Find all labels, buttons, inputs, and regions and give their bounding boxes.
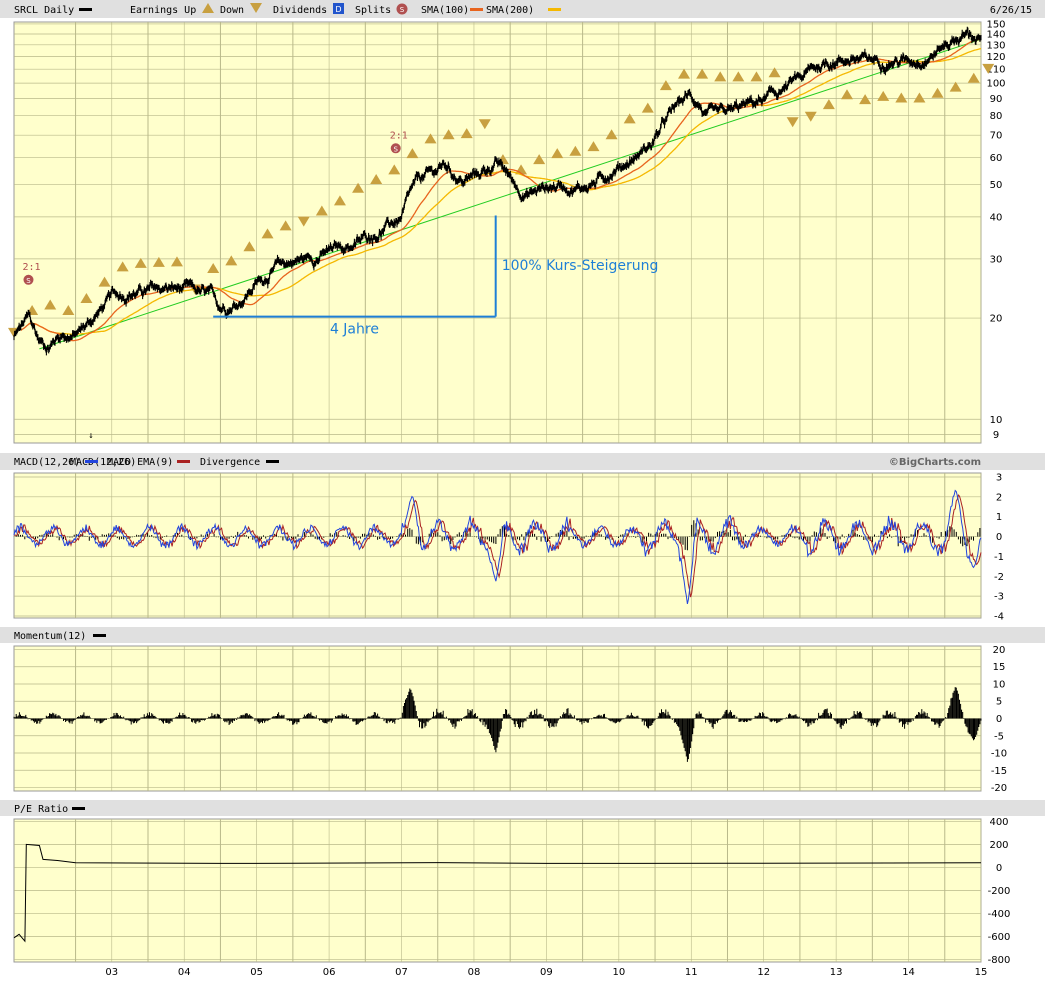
momentum-legend-swatch bbox=[93, 634, 106, 637]
pe-label: P/E Ratio bbox=[14, 804, 68, 815]
x-tick-label: 06 bbox=[323, 967, 336, 978]
annotation-4-jahre: 4 Jahre bbox=[330, 322, 379, 338]
y-tick-label: -1 bbox=[994, 552, 1004, 563]
macd-ema-legend-swatch bbox=[177, 460, 190, 463]
y-tick-label: 20 bbox=[993, 645, 1006, 656]
y-tick-label: -20 bbox=[991, 783, 1007, 794]
y-tick-label: 9 bbox=[993, 430, 999, 441]
x-tick-label: 07 bbox=[395, 967, 408, 978]
y-tick-label: 130 bbox=[986, 40, 1005, 51]
stock-chart: SRCL Daily Earnings Up Down Dividends D … bbox=[0, 0, 1045, 978]
y-tick-label: 1 bbox=[996, 512, 1002, 523]
x-tick-label: 08 bbox=[468, 967, 481, 978]
y-tick-label: 40 bbox=[990, 212, 1003, 223]
y-tick-label: -800 bbox=[988, 955, 1011, 966]
y-tick-label: 200 bbox=[989, 840, 1008, 851]
ticker-label: SRCL Daily bbox=[14, 5, 74, 16]
x-tick-label: 13 bbox=[830, 967, 843, 978]
y-tick-label: 2 bbox=[996, 492, 1002, 503]
sma100-label: SMA(100) bbox=[421, 5, 469, 16]
y-tick-label: 30 bbox=[990, 254, 1003, 265]
price-legend-swatch bbox=[79, 8, 92, 11]
macd-ema-label: MACD EMA(9) bbox=[107, 457, 173, 468]
divergence-label: Divergence bbox=[200, 457, 260, 468]
macd-legend-swatch bbox=[85, 460, 98, 463]
y-tick-label: 80 bbox=[990, 111, 1003, 122]
earnings-down-label: Down bbox=[220, 5, 244, 16]
x-tick-label: 11 bbox=[685, 967, 698, 978]
x-tick-label: 03 bbox=[105, 967, 118, 978]
dividend-icon-glyph: D bbox=[335, 5, 341, 14]
dividends-label: Dividends bbox=[273, 5, 327, 16]
x-tick-label: 09 bbox=[540, 967, 553, 978]
y-tick-label: 3 bbox=[996, 472, 1002, 483]
y-tick-label: -200 bbox=[988, 886, 1011, 897]
y-tick-label: 90 bbox=[990, 94, 1003, 105]
x-tick-label: 04 bbox=[178, 967, 191, 978]
splits-label: Splits bbox=[355, 5, 391, 16]
y-tick-label: 15 bbox=[993, 662, 1006, 673]
sma100-legend-swatch bbox=[470, 8, 483, 11]
x-axis: 03 04 05 06 07 08 09 10 11 12 13 14 15 bbox=[105, 967, 987, 978]
y-tick-label: 0 bbox=[996, 532, 1002, 543]
divergence-legend-swatch bbox=[266, 460, 279, 463]
y-tick-label: 400 bbox=[989, 817, 1008, 828]
split-ratio-label: 2:1 bbox=[22, 262, 40, 273]
date-label: 6/26/15 bbox=[990, 5, 1032, 16]
y-tick-label: -3 bbox=[994, 592, 1004, 603]
momentum-label: Momentum(12) bbox=[14, 631, 86, 642]
y-tick-label: -2 bbox=[994, 572, 1004, 583]
split-icon-glyph: S bbox=[26, 277, 31, 285]
pe-legend-swatch bbox=[72, 807, 85, 810]
y-tick-label: 120 bbox=[986, 52, 1005, 63]
y-tick-label: 10 bbox=[990, 415, 1003, 426]
x-tick-label: 05 bbox=[250, 967, 263, 978]
sma200-label: SMA(200) bbox=[486, 5, 534, 16]
earnings-up-label: Earnings Up bbox=[130, 5, 196, 16]
dividend-arrow-icon: ↓ bbox=[88, 431, 93, 441]
y-tick-label: -10 bbox=[991, 749, 1007, 760]
x-tick-label: 12 bbox=[757, 967, 770, 978]
y-tick-label: -5 bbox=[994, 731, 1004, 742]
y-tick-label: -600 bbox=[988, 932, 1011, 943]
x-tick-label: 14 bbox=[902, 967, 915, 978]
y-tick-label: 70 bbox=[990, 131, 1003, 142]
x-tick-label: 15 bbox=[975, 967, 988, 978]
split-ratio-label: 2:1 bbox=[390, 130, 408, 141]
watermark: ©BigCharts.com bbox=[889, 457, 981, 468]
split-icon-glyph: S bbox=[400, 6, 405, 14]
y-tick-label: 0 bbox=[996, 863, 1002, 874]
y-tick-label: 10 bbox=[993, 679, 1006, 690]
y-tick-label: -400 bbox=[988, 909, 1011, 920]
split-icon-glyph: S bbox=[394, 145, 399, 153]
y-tick-label: 60 bbox=[990, 153, 1003, 164]
y-tick-label: 0 bbox=[996, 714, 1002, 725]
y-tick-label: 50 bbox=[990, 180, 1003, 191]
sma200-legend-swatch bbox=[548, 8, 561, 11]
y-tick-label: 20 bbox=[990, 314, 1003, 325]
annotation-kurs-steigerung: 100% Kurs-Steigerung bbox=[502, 258, 659, 274]
y-tick-label: 5 bbox=[996, 697, 1002, 708]
y-tick-label: 100 bbox=[986, 79, 1005, 90]
y-tick-label: 150 bbox=[986, 19, 1005, 30]
y-tick-label: -15 bbox=[991, 766, 1007, 777]
y-tick-label: 140 bbox=[986, 30, 1005, 41]
x-tick-label: 10 bbox=[612, 967, 625, 978]
y-tick-label: -4 bbox=[994, 612, 1004, 623]
